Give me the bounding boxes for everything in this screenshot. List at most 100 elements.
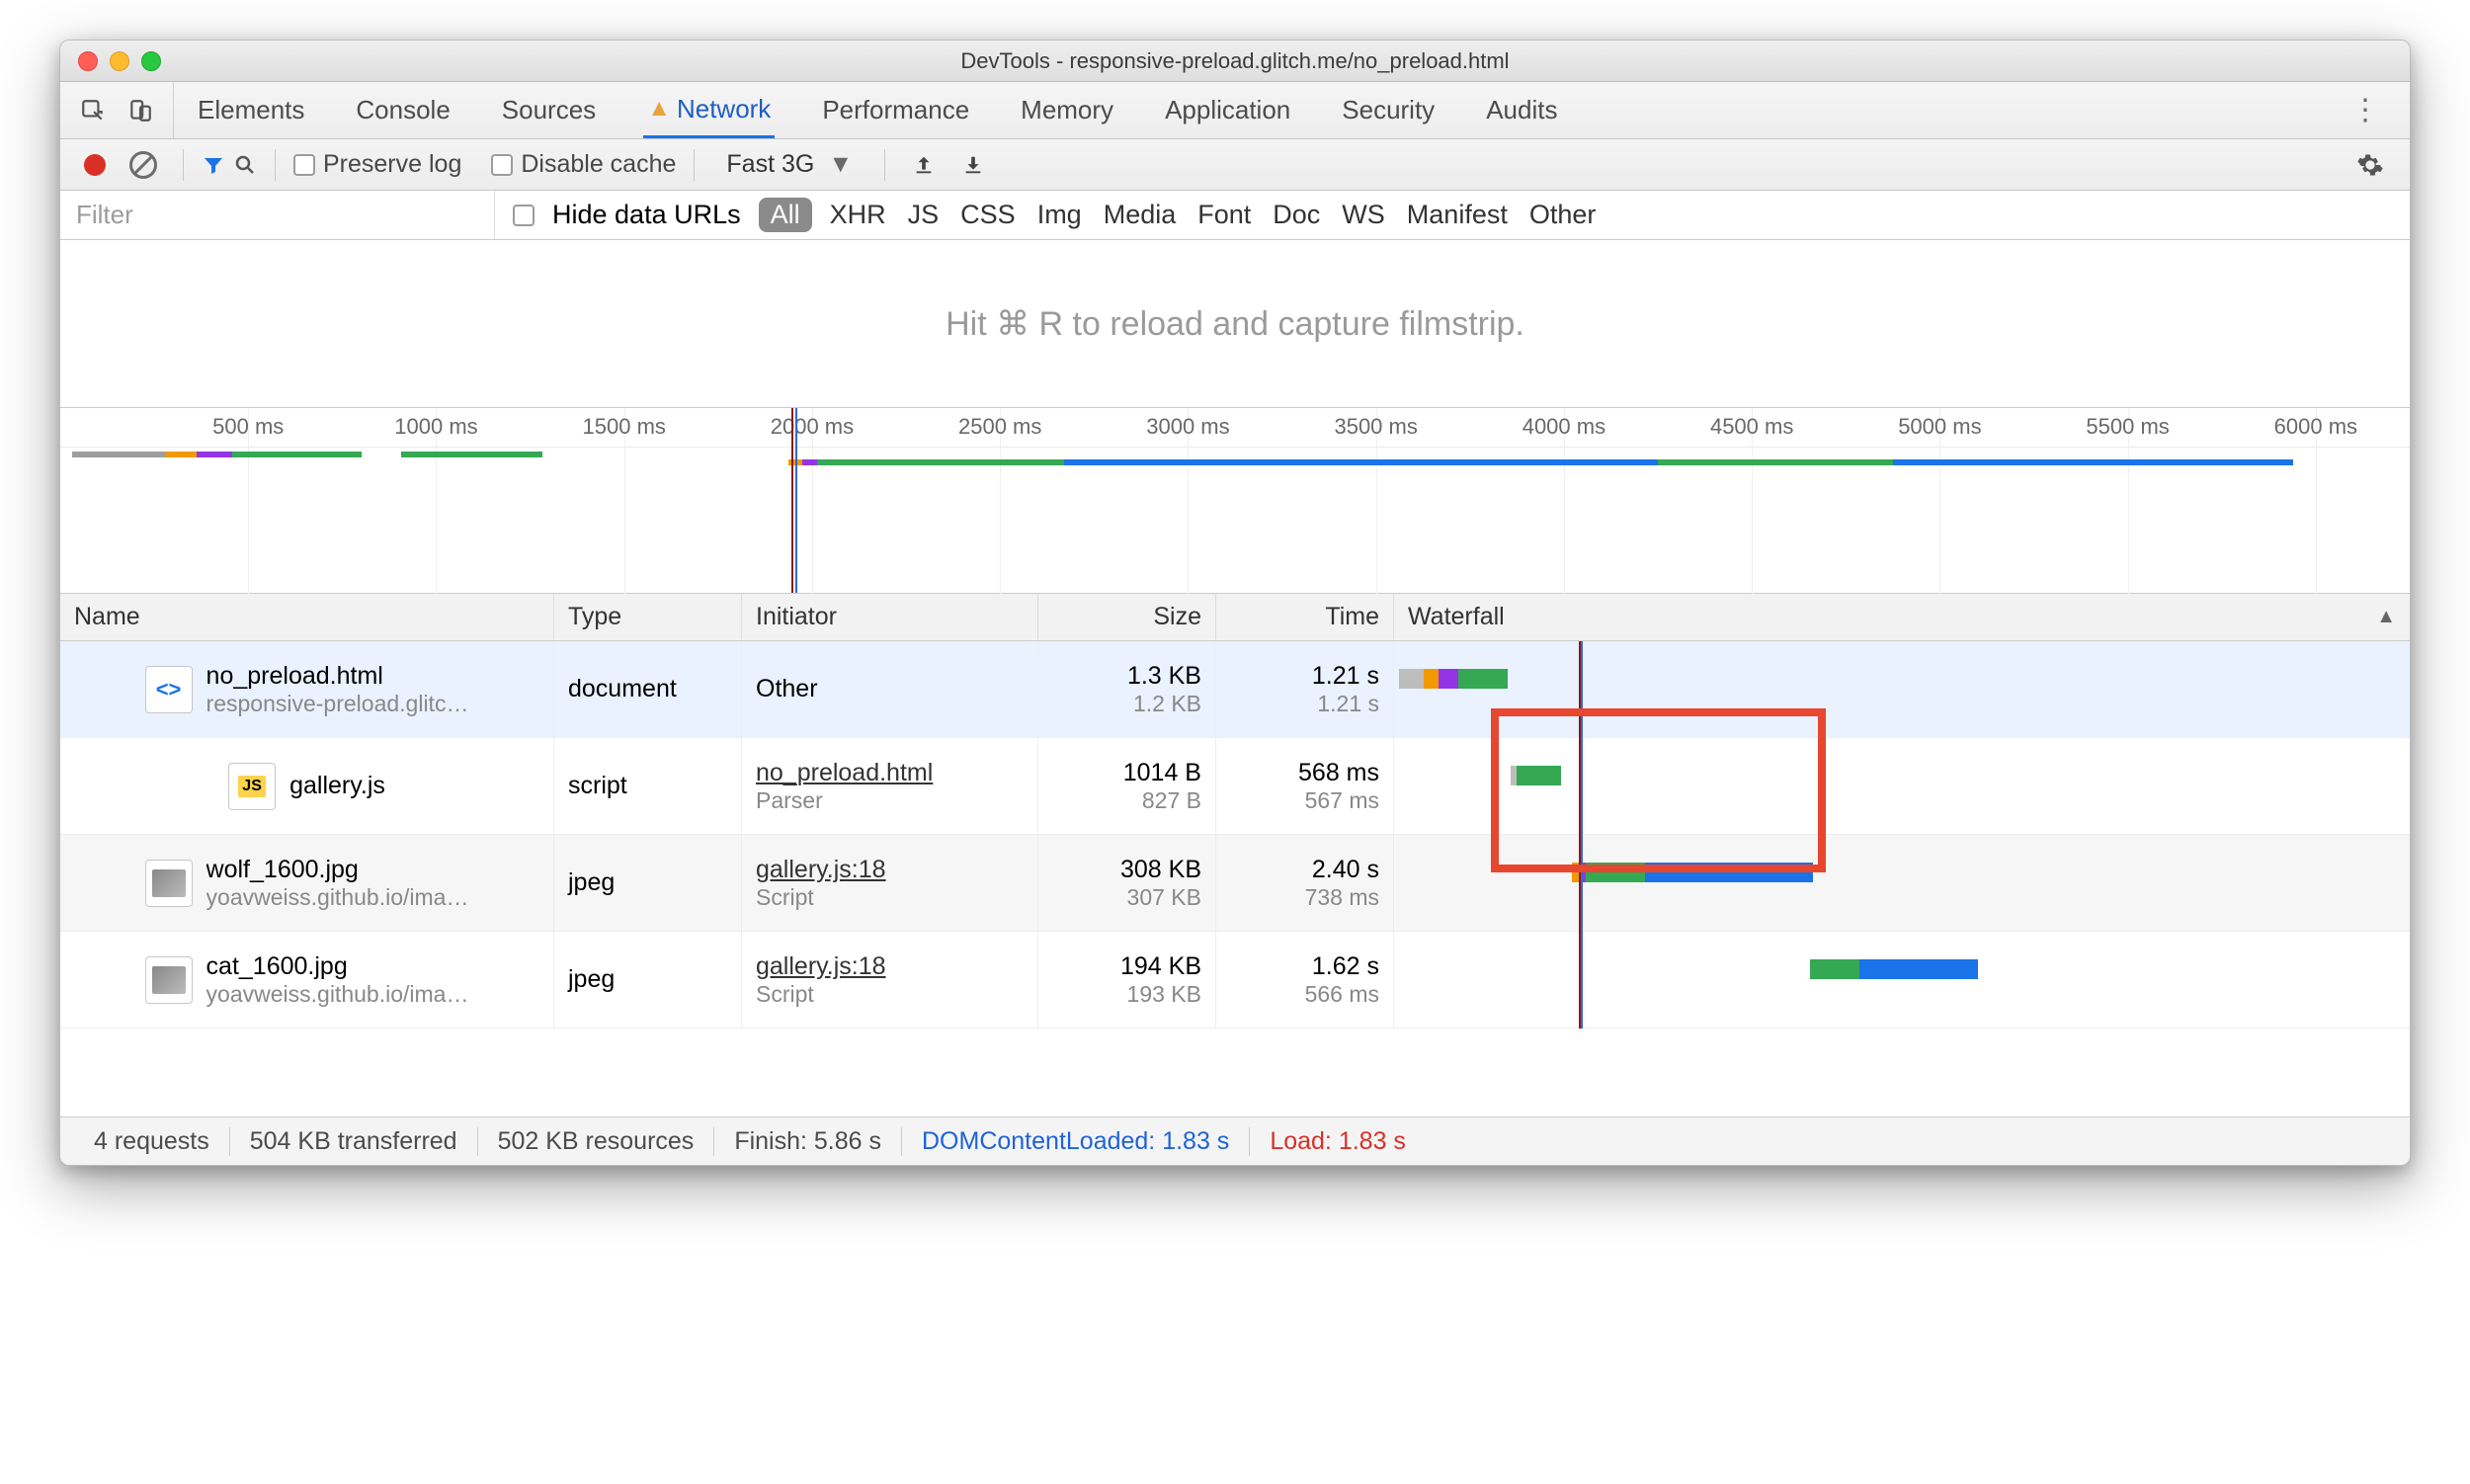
traffic-lights [60, 51, 161, 71]
filter-type-manifest[interactable]: Manifest [1407, 200, 1508, 230]
initiator-link[interactable]: no_preload.html [756, 759, 1024, 787]
element-picker-icon[interactable] [70, 82, 116, 138]
filter-type-css[interactable]: CSS [960, 200, 1016, 230]
status-finish: Finish: 5.86 s [714, 1127, 902, 1156]
filter-type-xhr[interactable]: XHR [830, 200, 886, 230]
tab-memory[interactable]: Memory [1017, 82, 1117, 138]
filter-type-js[interactable]: JS [908, 200, 940, 230]
initiator-link: Other [756, 675, 1024, 703]
tab-security[interactable]: Security [1338, 82, 1439, 138]
timeline-overview[interactable]: 500 ms1000 ms1500 ms2000 ms2500 ms3000 m… [60, 408, 2410, 594]
hide-data-urls-label: Hide data URLs [552, 200, 741, 230]
clear-icon[interactable] [129, 151, 157, 179]
timeline-tick: 2500 ms [958, 414, 1041, 440]
devtools-window: DevTools - responsive-preload.glitch.me/… [59, 40, 2411, 1166]
zoom-icon[interactable] [141, 51, 161, 71]
request-row[interactable]: wolf_1600.jpgyoavweiss.github.io/ima…jpe… [60, 835, 2410, 932]
divider [275, 149, 276, 181]
timeline-tick: 500 ms [212, 414, 284, 440]
tab-network[interactable]: ▲Network [643, 82, 775, 138]
request-row[interactable]: JSgallery.jsscriptno_preload.htmlParser1… [60, 738, 2410, 835]
status-bar: 4 requests 504 KB transferred 502 KB res… [60, 1117, 2410, 1165]
request-type: jpeg [554, 835, 742, 931]
device-toggle-icon[interactable] [118, 82, 163, 138]
waterfall-bar [1810, 959, 1978, 979]
initiator-type: Script [756, 884, 1024, 911]
filter-all[interactable]: All [759, 198, 812, 232]
disable-cache-checkbox[interactable] [491, 154, 513, 176]
request-row[interactable]: <>no_preload.htmlresponsive-preload.glit… [60, 641, 2410, 738]
filter-type-other[interactable]: Other [1529, 200, 1597, 230]
filetype-icon [145, 956, 193, 1004]
grid-header: Name Type Initiator Size Time Waterfall▲ [60, 594, 2410, 641]
initiator-type: Script [756, 981, 1024, 1008]
filter-type-ws[interactable]: WS [1342, 200, 1385, 230]
timeline-tick: 4000 ms [1523, 414, 1606, 440]
col-size[interactable]: Size [1038, 594, 1216, 640]
search-icon[interactable] [233, 153, 257, 177]
record-icon[interactable] [84, 154, 106, 176]
request-time: 568 ms567 ms [1216, 738, 1394, 834]
filter-type-media[interactable]: Media [1104, 200, 1177, 230]
titlebar: DevTools - responsive-preload.glitch.me/… [60, 41, 2410, 82]
disable-cache-label: Disable cache [521, 150, 676, 179]
col-type[interactable]: Type [554, 594, 742, 640]
divider [183, 149, 184, 181]
waterfall-bar [1511, 766, 1561, 785]
timeline-tick: 6000 ms [2274, 414, 2357, 440]
col-waterfall[interactable]: Waterfall▲ [1394, 594, 2410, 640]
preserve-log-checkbox[interactable] [293, 154, 315, 176]
overview-marker [795, 408, 797, 593]
request-size: 1.3 KB1.2 KB [1038, 641, 1216, 737]
tab-console[interactable]: Console [352, 82, 453, 138]
window-title: DevTools - responsive-preload.glitch.me/… [60, 48, 2410, 74]
request-name: no_preload.html [206, 662, 469, 691]
throttle-select[interactable]: Fast 3G ▼ [712, 150, 866, 179]
request-row[interactable]: cat_1600.jpgyoavweiss.github.io/ima…jpeg… [60, 932, 2410, 1029]
tab-sources[interactable]: Sources [498, 82, 600, 138]
filter-icon[interactable] [202, 153, 225, 177]
filter-input[interactable] [60, 191, 495, 239]
request-host: responsive-preload.glitc… [206, 691, 469, 717]
filter-type-img[interactable]: Img [1037, 200, 1082, 230]
request-name: gallery.js [289, 772, 385, 800]
initiator-link[interactable]: gallery.js:18 [756, 952, 1024, 981]
col-initiator[interactable]: Initiator [742, 594, 1038, 640]
request-type: document [554, 641, 742, 737]
request-grid: Name Type Initiator Size Time Waterfall▲… [60, 594, 2410, 1117]
settings-icon[interactable] [2356, 151, 2410, 179]
request-size: 1014 B827 B [1038, 738, 1216, 834]
minimize-icon[interactable] [110, 51, 129, 71]
initiator-link[interactable]: gallery.js:18 [756, 856, 1024, 884]
download-har-icon[interactable] [952, 154, 994, 176]
filter-type-font[interactable]: Font [1197, 200, 1251, 230]
status-transferred: 504 KB transferred [230, 1127, 478, 1156]
initiator-type: Parser [756, 787, 1024, 814]
panels-tabbar: Elements Console Sources ▲Network Perfor… [60, 82, 2410, 139]
col-time[interactable]: Time [1216, 594, 1394, 640]
upload-har-icon[interactable] [903, 154, 945, 176]
timeline-tick: 1500 ms [583, 414, 666, 440]
tab-elements[interactable]: Elements [194, 82, 308, 138]
overflow-menu-icon[interactable]: ⋮ [2321, 93, 2410, 127]
col-name[interactable]: Name [60, 594, 554, 640]
request-host: yoavweiss.github.io/ima… [206, 884, 469, 911]
filter-type-doc[interactable]: Doc [1273, 200, 1320, 230]
close-icon[interactable] [78, 51, 98, 71]
tab-performance[interactable]: Performance [818, 82, 973, 138]
waterfall-cell [1394, 835, 2410, 931]
request-time: 2.40 s738 ms [1216, 835, 1394, 931]
network-toolbar: Preserve log Disable cache Fast 3G ▼ [60, 139, 2410, 191]
request-time: 1.62 s566 ms [1216, 932, 1394, 1028]
timeline-tick: 5000 ms [1898, 414, 1981, 440]
overview-bar [401, 452, 542, 457]
filmstrip-hint: Hit ⌘ R to reload and capture filmstrip. [60, 240, 2410, 408]
timeline-tick: 2000 ms [771, 414, 854, 440]
tab-application[interactable]: Application [1161, 82, 1294, 138]
chevron-down-icon: ▼ [828, 150, 853, 179]
tab-audits[interactable]: Audits [1482, 82, 1561, 138]
request-size: 308 KB307 KB [1038, 835, 1216, 931]
request-time: 1.21 s1.21 s [1216, 641, 1394, 737]
overview-bar [72, 452, 362, 457]
hide-data-urls-checkbox[interactable] [513, 205, 535, 226]
